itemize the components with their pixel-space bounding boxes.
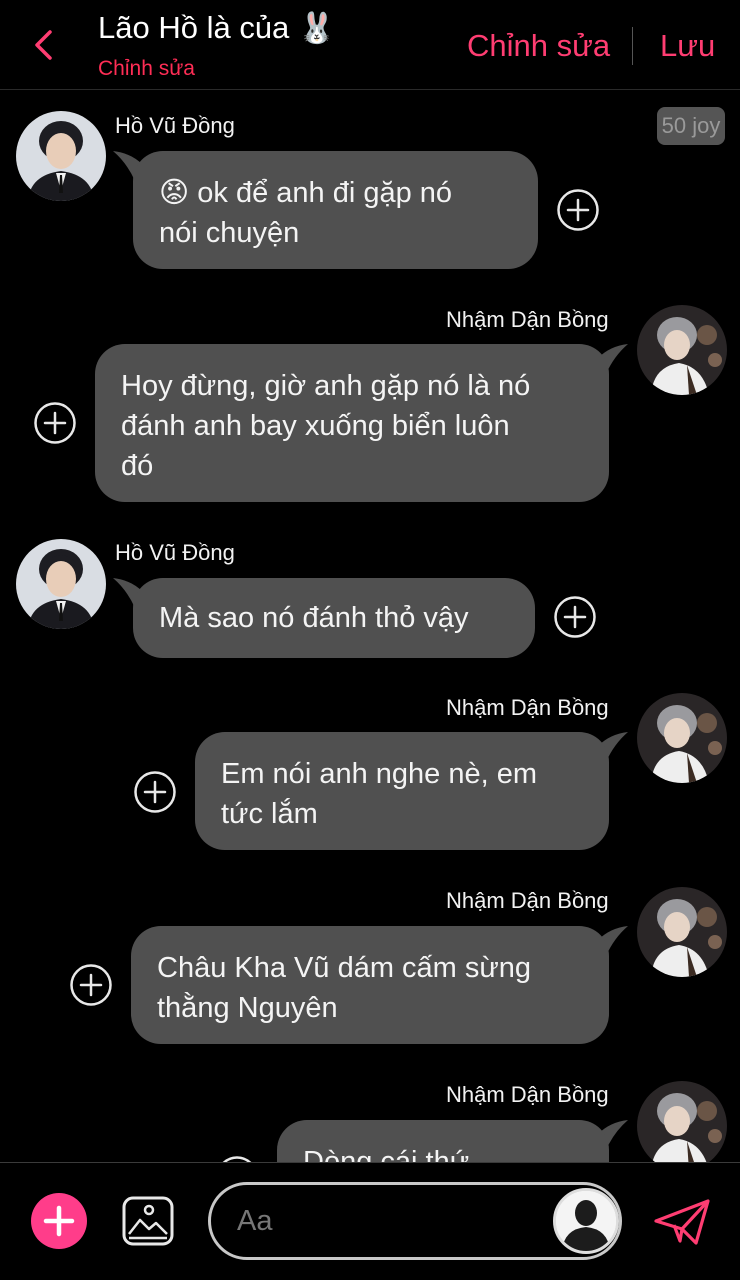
- message-line: đánh anh bay xuống biển luôn: [121, 410, 510, 442]
- add-button[interactable]: [31, 1193, 87, 1249]
- avatar-portrait-icon: [637, 1081, 727, 1162]
- message-line: tức lắm: [221, 798, 318, 830]
- plus-icon: [43, 1205, 75, 1237]
- message-bubble[interactable]: Hoy đừng, giờ anh gặp nó là nó đánh anh …: [95, 344, 609, 502]
- react-plus-icon[interactable]: [556, 188, 600, 232]
- avatar-portrait-icon: [637, 693, 727, 783]
- chat-title-text: Lão Hồ là của: [98, 10, 290, 45]
- avatar-portrait-icon: [637, 305, 727, 395]
- user-silhouette-icon: [556, 1191, 616, 1251]
- react-plus-icon[interactable]: [69, 963, 113, 1007]
- react-plus-icon[interactable]: [133, 770, 177, 814]
- sender-name: Nhậm Dận Bồng: [446, 888, 609, 913]
- sender-name: Nhậm Dận Bồng: [446, 307, 609, 332]
- composer-bar: [0, 1162, 740, 1280]
- sender-name: Hồ Vũ Đồng: [115, 113, 235, 138]
- message-line: đó: [121, 450, 154, 482]
- avatar-ho-vu-dong[interactable]: [16, 539, 106, 629]
- message-bubble[interactable]: Châu Kha Vũ dám cấm sừng thằng Nguyên: [131, 926, 609, 1044]
- message-bubble[interactable]: Mà sao nó đánh thỏ vậy: [133, 578, 535, 658]
- message-line: Dòng cái thứ: [303, 1146, 470, 1162]
- persona-switch-button[interactable]: [553, 1188, 619, 1254]
- sender-name: Hồ Vũ Đồng: [115, 540, 235, 565]
- avatar-portrait-icon: [637, 887, 727, 977]
- image-gallery-icon[interactable]: [122, 1196, 174, 1246]
- rabbit-emoji-icon: 🐰: [297, 11, 336, 46]
- avatar-portrait-icon: [16, 539, 106, 629]
- message-line: thằng Nguyên: [157, 992, 338, 1024]
- react-plus-icon[interactable]: [33, 401, 77, 445]
- message-list[interactable]: 50 joy Hồ Vũ Đồng 😡 ok để anh đi gặp nó …: [0, 91, 740, 1162]
- sender-name: Nhậm Dận Bồng: [446, 1082, 609, 1107]
- joy-badge: 50 joy: [657, 107, 725, 145]
- back-chevron-icon[interactable]: [28, 28, 62, 62]
- message-line: Mà sao nó đánh thỏ vậy: [159, 602, 469, 634]
- message-bubble[interactable]: 😡 ok để anh đi gặp nó nói chuyện: [133, 151, 538, 269]
- avatar-nham-dan-bong[interactable]: [637, 1081, 727, 1162]
- sender-name: Nhậm Dận Bồng: [446, 695, 609, 720]
- avatar-nham-dan-bong[interactable]: [637, 305, 727, 395]
- react-plus-icon[interactable]: [553, 595, 597, 639]
- avatar-nham-dan-bong[interactable]: [637, 887, 727, 977]
- chat-header: Lão Hồ là của 🐰 Chỉnh sửa Chỉnh sửa Lưu: [0, 0, 740, 90]
- chat-title: Lão Hồ là của 🐰: [98, 10, 335, 46]
- message-line: Em nói anh nghe nè, em: [221, 758, 537, 790]
- message-input-wrapper: [208, 1182, 622, 1260]
- message-bubble[interactable]: Dòng cái thứ: [277, 1120, 609, 1162]
- message-line: 😡 ok để anh đi gặp nó: [159, 177, 453, 209]
- avatar-nham-dan-bong[interactable]: [637, 693, 727, 783]
- edit-button[interactable]: Chỉnh sửa: [467, 28, 610, 64]
- avatar-portrait-icon: [16, 111, 106, 201]
- message-bubble[interactable]: Em nói anh nghe nè, em tức lắm: [195, 732, 609, 850]
- avatar-ho-vu-dong[interactable]: [16, 111, 106, 201]
- save-button[interactable]: Lưu: [660, 28, 715, 64]
- message-line: nói chuyện: [159, 217, 300, 249]
- message-line: Châu Kha Vũ dám cấm sừng: [157, 952, 532, 984]
- chat-subtitle-edit-link[interactable]: Chỉnh sửa: [98, 57, 195, 81]
- message-input[interactable]: [237, 1201, 537, 1241]
- message-line: Hoy đừng, giờ anh gặp nó là nó: [121, 370, 531, 402]
- header-divider: [632, 27, 633, 65]
- react-plus-icon[interactable]: [215, 1155, 259, 1162]
- send-paper-plane-icon[interactable]: [652, 1197, 712, 1247]
